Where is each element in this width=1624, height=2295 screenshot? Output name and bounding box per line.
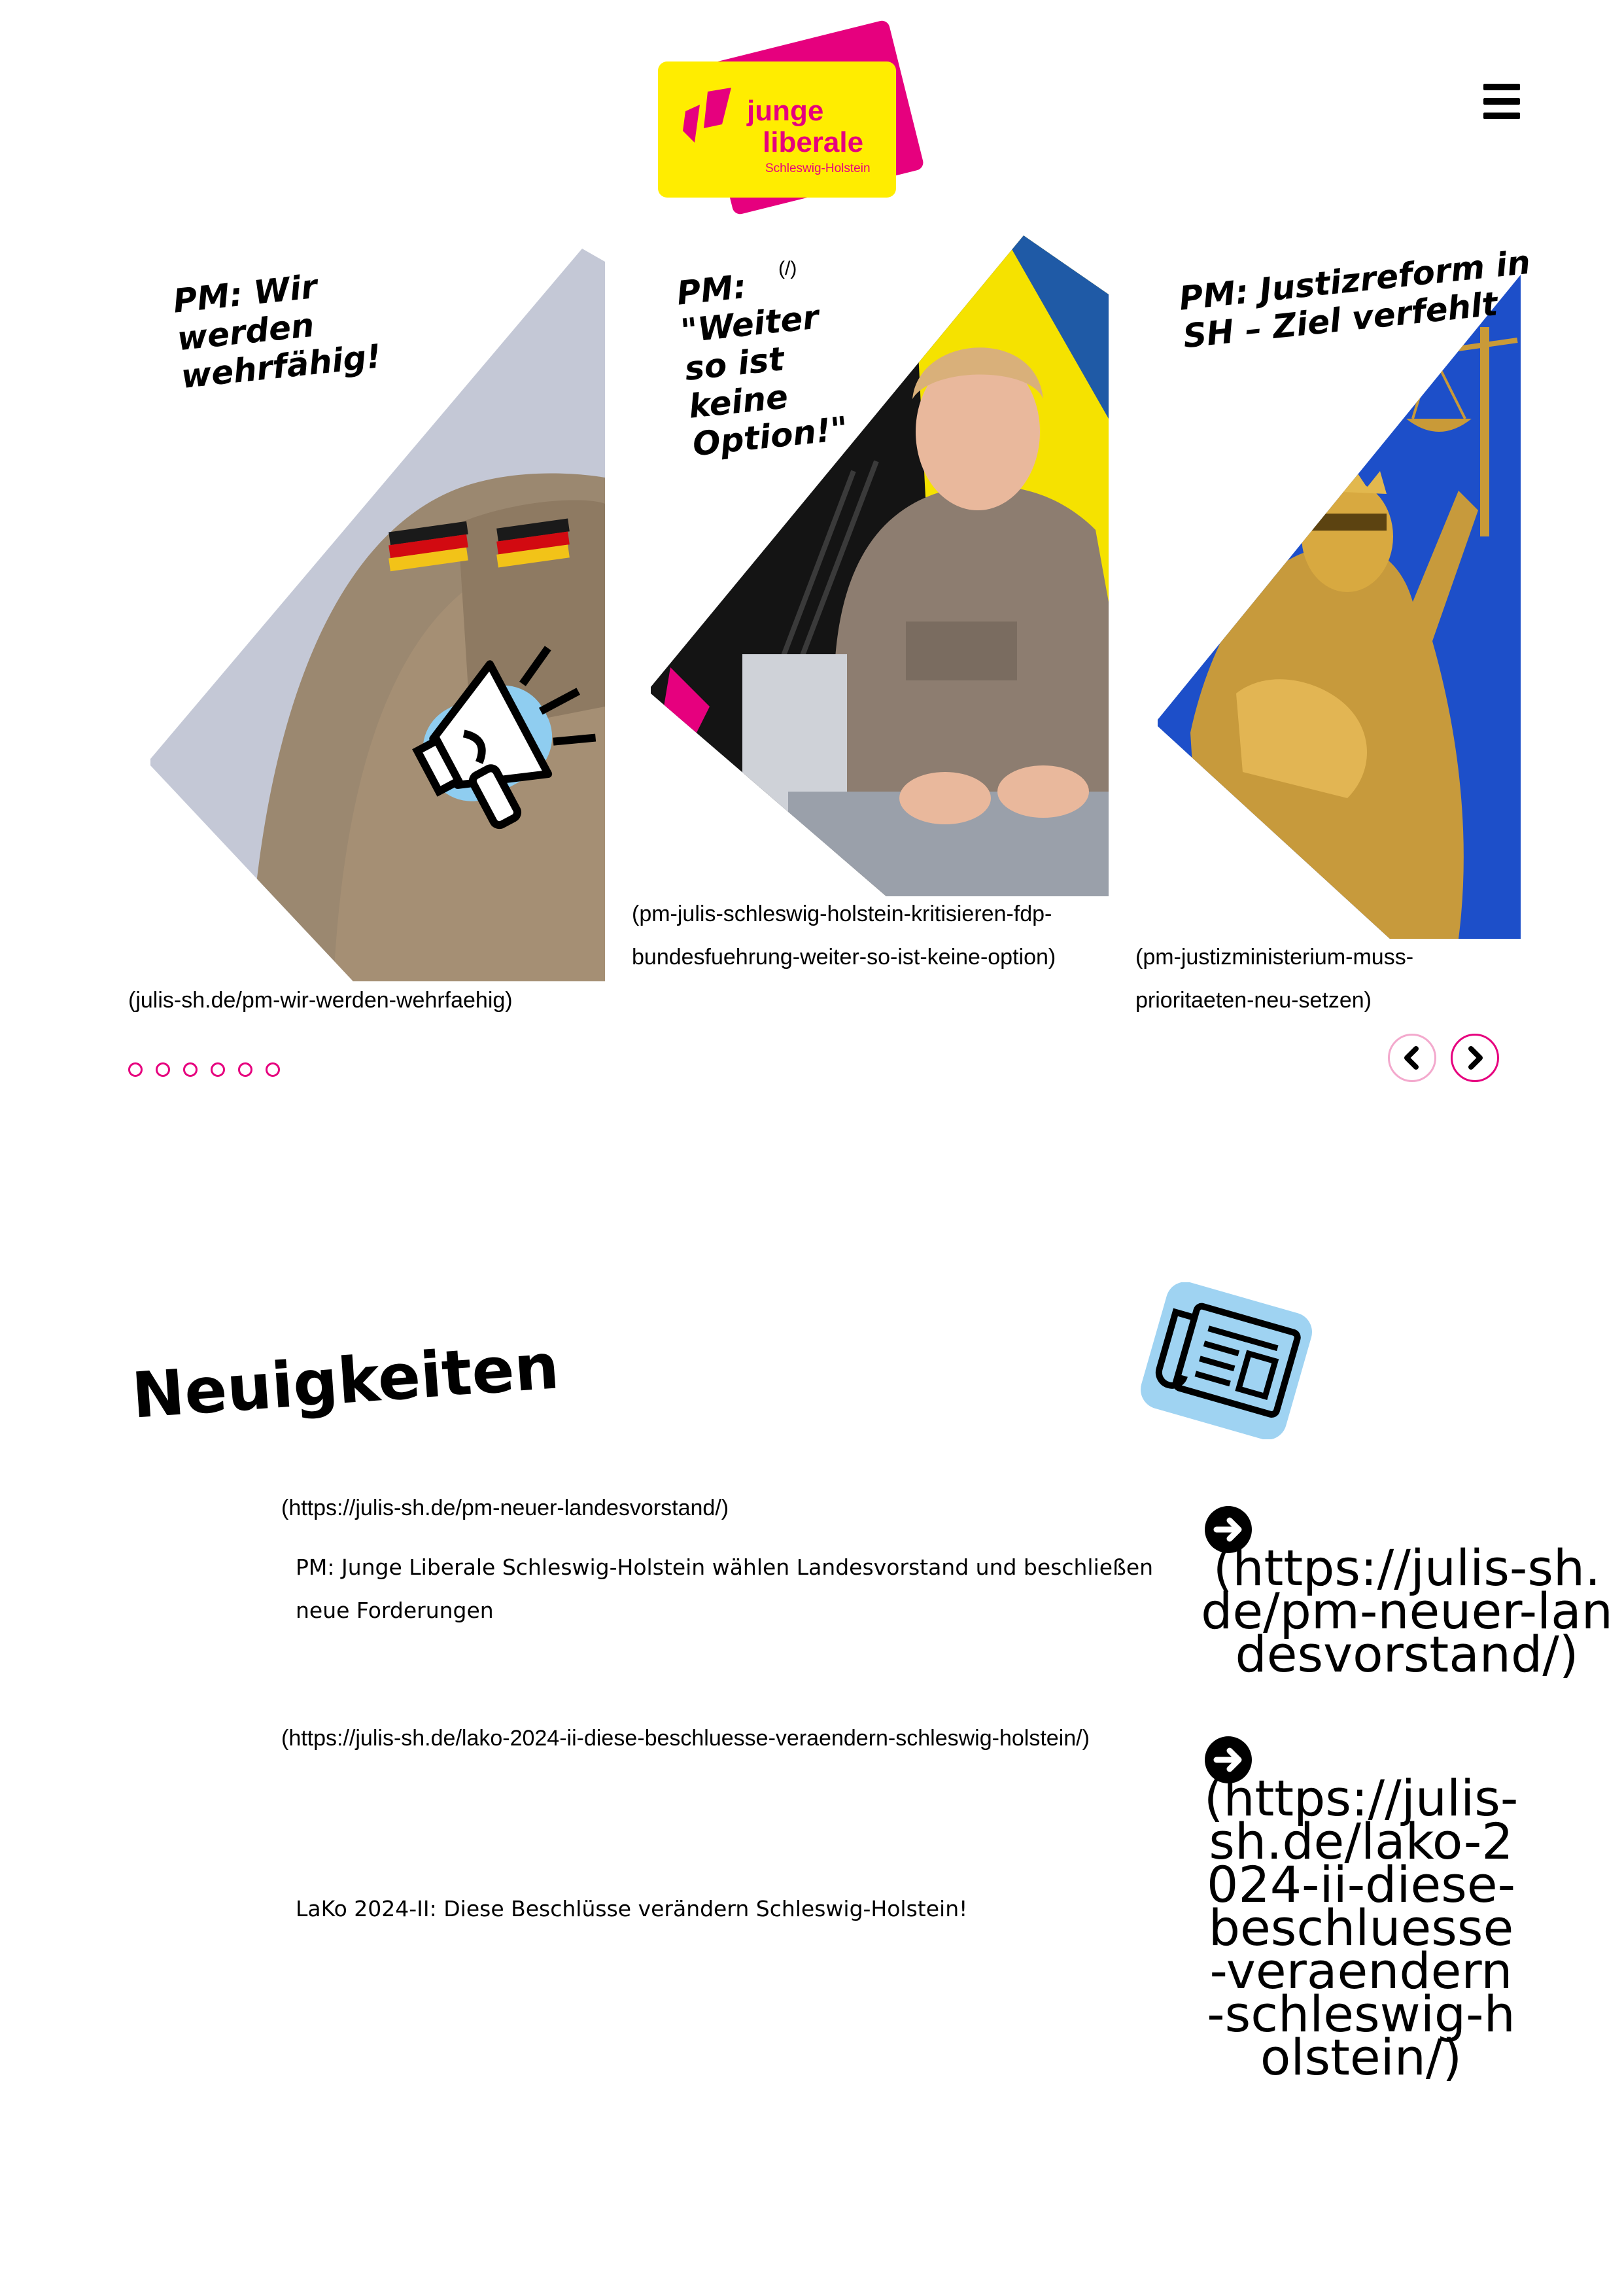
slide-3-link[interactable]: (pm-justizministerium-muss-prioritaeten-… — [1135, 936, 1521, 1021]
slide-1-link[interactable]: (julis-sh.de/pm-wir-werden-wehrfaehig) — [128, 979, 599, 1022]
hamburger-icon[interactable] — [1483, 84, 1523, 120]
pagination-dot-4[interactable] — [211, 1062, 225, 1077]
pagination-dot-3[interactable] — [183, 1062, 198, 1077]
logo-word-liberale: liberale — [763, 126, 864, 158]
news-item-1-link[interactable]: (https://julis-sh.de/pm-neuer-landesvors… — [281, 1496, 729, 1521]
carousel-pagination — [128, 1062, 280, 1079]
carousel-prev-button[interactable] — [1388, 1034, 1436, 1082]
carousel-next-button[interactable] — [1451, 1034, 1499, 1082]
news-item-2-title[interactable]: LaKo 2024-II: Diese Beschlüsse verändern… — [296, 1887, 1159, 1931]
logo-word-region: Schleswig-Holstein — [765, 162, 871, 175]
junge-liberale-logo[interactable]: junge liberale Schleswig-Holstein — [654, 19, 935, 222]
slide-2-link[interactable]: (pm-julis-schleswig-holstein-kritisieren… — [632, 892, 1103, 979]
slide-1-title[interactable]: PM: Wir werden wehrfähig! — [171, 262, 383, 396]
news-item-2-big-link[interactable]: (https://julis-sh.de/lako-2024-ii-diese-… — [1201, 1774, 1521, 2082]
slide-2-title[interactable]: PM: "Weiter so ist keine Option!" — [675, 258, 850, 464]
news-item-1-title[interactable]: PM: Junge Liberale Schleswig-Holstein wä… — [296, 1546, 1159, 1632]
chevron-right-icon — [1468, 1046, 1483, 1070]
pagination-dot-6[interactable] — [266, 1062, 280, 1077]
logo-mark-icon — [683, 88, 731, 143]
pagination-dot-5[interactable] — [238, 1062, 252, 1077]
news-item-1-big-link[interactable]: (https://julis-sh.de/pm-neuer-landesvors… — [1201, 1543, 1613, 1679]
news-item-2-link[interactable]: (https://julis-sh.de/lako-2024-ii-diese-… — [281, 1726, 1090, 1751]
pagination-dot-2[interactable] — [156, 1062, 170, 1077]
megaphone-icon — [412, 646, 596, 830]
slide-3-image — [1151, 275, 1521, 939]
pagination-dot-1[interactable] — [128, 1062, 143, 1077]
news-heading: Neuigkeiten — [130, 1329, 562, 1433]
chevron-left-icon — [1404, 1046, 1419, 1070]
logo-word-junge: junge — [747, 95, 824, 127]
newspaper-icon — [1140, 1282, 1313, 1439]
